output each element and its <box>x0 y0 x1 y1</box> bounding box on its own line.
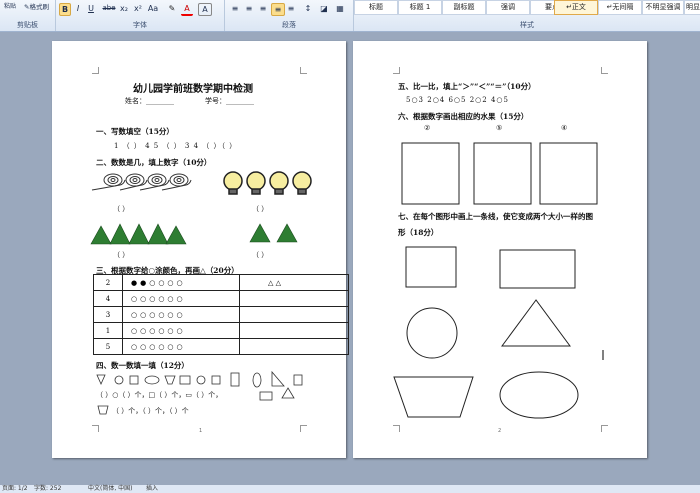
language-indicator[interactable]: 中文(简体, 中国) <box>88 485 133 493</box>
fruit-box-1[interactable] <box>401 142 460 205</box>
circle-shape[interactable] <box>406 307 458 359</box>
square-shape[interactable] <box>405 246 457 288</box>
page2-shapes <box>393 142 604 419</box>
page-number: 2 <box>498 428 502 434</box>
insert-mode[interactable]: 插入 <box>146 485 158 493</box>
status-bar: 页面: 1/2 字数: 252 中文(简体, 中国) 插入 <box>0 485 700 493</box>
trapezoid-shape[interactable] <box>393 376 474 418</box>
triangle-shape[interactable] <box>501 299 571 347</box>
page-indicator[interactable]: 页面: 1/2 <box>2 485 28 493</box>
fruit-box-2[interactable] <box>473 142 532 205</box>
word-count[interactable]: 字数: 252 <box>34 485 61 493</box>
fruit-box-3[interactable] <box>539 142 598 205</box>
ellipse-shape[interactable] <box>499 371 579 419</box>
rectangle-shape[interactable] <box>499 249 576 289</box>
